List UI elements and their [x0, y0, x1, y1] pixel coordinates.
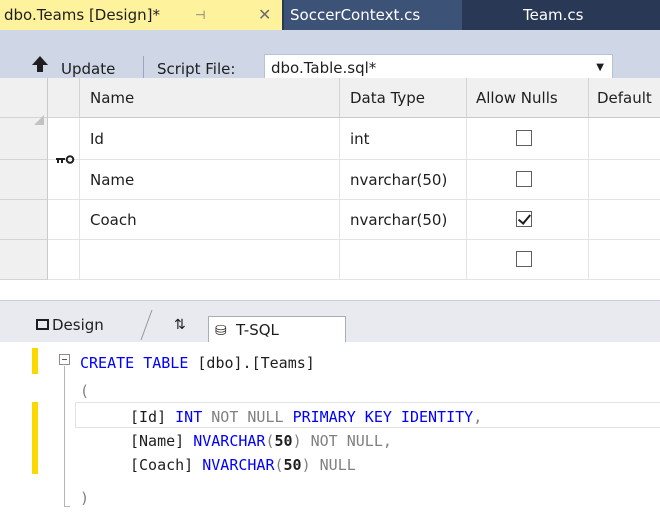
cell-allow-nulls: [467, 118, 589, 160]
cell-data-type-new[interactable]: [340, 240, 467, 280]
code-line-4: [Name] NVARCHAR(50) NOT NULL,: [130, 429, 392, 453]
code-line-3: [Id] INT NOT NULL PRIMARY KEY IDENTITY,: [130, 405, 482, 429]
row-selector[interactable]: [0, 200, 48, 240]
code-line-6: ): [80, 489, 90, 507]
code-text: [dbo].[Teams]: [188, 354, 315, 372]
tab-label: Team.cs: [523, 6, 584, 24]
design-icon: [36, 319, 49, 330]
tsql-tab-label: T-SQL: [236, 321, 279, 339]
cell-data-type[interactable]: nvarchar(50): [340, 160, 467, 200]
code-constraint: NULL: [319, 456, 356, 474]
close-icon[interactable]: ✕: [258, 0, 271, 30]
allow-nulls-checkbox[interactable]: [516, 251, 532, 267]
collapse-icon[interactable]: [59, 354, 70, 365]
cell-allow-nulls: [467, 160, 589, 200]
cell-allow-nulls: [467, 200, 589, 240]
row-selector[interactable]: [0, 240, 48, 280]
code-punct: ,: [382, 432, 392, 450]
script-file-value: dbo.Table.sql*: [271, 59, 377, 77]
outline-line-end: [64, 506, 70, 507]
row-key-cell: [48, 200, 80, 240]
tsql-script-icon: ⛁: [215, 323, 227, 339]
row-key-cell: [48, 160, 80, 200]
cell-data-type[interactable]: int: [340, 118, 467, 160]
grid-corner-key: [48, 78, 80, 118]
script-file-label: Script File:: [157, 60, 236, 78]
code-identifier: [Name]: [130, 432, 185, 450]
tab-label: dbo.Teams [Design]*: [4, 6, 160, 24]
allow-nulls-checkbox[interactable]: [516, 130, 532, 146]
design-pane-tab[interactable]: Design: [26, 312, 104, 340]
swap-panes-button[interactable]: ⇅: [174, 312, 186, 340]
update-button[interactable]: Update: [61, 58, 115, 80]
pin-icon[interactable]: ⊣: [195, 0, 205, 30]
row-key-cell: [48, 118, 80, 160]
column-header-allow-nulls[interactable]: Allow Nulls: [467, 78, 589, 118]
code-punct: ): [292, 432, 302, 450]
row-selector[interactable]: [0, 160, 48, 200]
columns-grid: Name Data Type Allow Nulls Default Id in…: [0, 78, 660, 300]
code-punct: (: [274, 456, 284, 474]
code-line-2: (: [80, 382, 90, 400]
code-identifier: [Coach]: [130, 456, 194, 474]
code-type: INT: [175, 408, 203, 426]
cell-data-type[interactable]: nvarchar(50): [340, 200, 467, 240]
cell-default[interactable]: [589, 118, 660, 160]
cell-default[interactable]: [589, 240, 660, 280]
code-line-5: [Coach] NVARCHAR(50) NULL: [130, 453, 356, 477]
cell-default[interactable]: [589, 160, 660, 200]
code-number: 50: [283, 456, 302, 474]
allow-nulls-checkbox[interactable]: [516, 171, 532, 187]
document-tab-strip: dbo.Teams [Design]* ⊣ ✕ SoccerContext.cs…: [0, 0, 660, 30]
code-type: NVARCHAR: [193, 432, 266, 450]
select-all-triangle-icon: [34, 115, 44, 125]
tsql-pane-tab[interactable]: ⛁ T-SQL: [208, 316, 346, 344]
code-identifier: [Id]: [130, 408, 167, 426]
update-arrow-stem: [37, 64, 43, 72]
toolbar-separator: [143, 56, 144, 80]
column-header-name[interactable]: Name: [80, 78, 340, 118]
code-punct: ): [301, 456, 311, 474]
column-header-default[interactable]: Default: [589, 78, 660, 118]
code-punct: (: [265, 432, 275, 450]
cell-column-name[interactable]: Coach: [80, 200, 340, 240]
code-constraint: NOT NULL: [211, 408, 284, 426]
code-constraint: NOT NULL: [310, 432, 383, 450]
code-keyword: PRIMARY KEY IDENTITY: [292, 408, 474, 426]
tab-team-cs[interactable]: Team.cs: [462, 0, 660, 30]
allow-nulls-checkbox-checked[interactable]: [516, 211, 532, 227]
code-punct: ,: [473, 408, 483, 426]
cell-default[interactable]: [589, 200, 660, 240]
cell-allow-nulls: [467, 240, 589, 280]
grid-corner[interactable]: [0, 78, 48, 118]
outline-line: [64, 366, 65, 506]
tab-soccercontext[interactable]: SoccerContext.cs: [284, 0, 462, 30]
primary-key-icon: [56, 155, 75, 164]
code-keyword: CREATE TABLE: [80, 354, 189, 372]
tab-label: SoccerContext.cs: [290, 6, 421, 24]
cell-column-name[interactable]: Name: [80, 160, 340, 200]
design-tab-label: Design: [52, 316, 104, 334]
cell-column-name[interactable]: Id: [80, 118, 340, 160]
cell-column-name-new[interactable]: [80, 240, 340, 280]
column-header-data-type[interactable]: Data Type: [340, 78, 467, 118]
row-key-cell: [48, 240, 80, 280]
code-type: NVARCHAR: [202, 456, 275, 474]
code-line-1: CREATE TABLE [dbo].[Teams]: [80, 351, 315, 375]
tab-teams-design[interactable]: dbo.Teams [Design]* ⊣ ✕: [0, 0, 282, 30]
change-marker: [32, 348, 38, 374]
code-number: 50: [274, 432, 293, 450]
change-marker: [32, 402, 38, 474]
